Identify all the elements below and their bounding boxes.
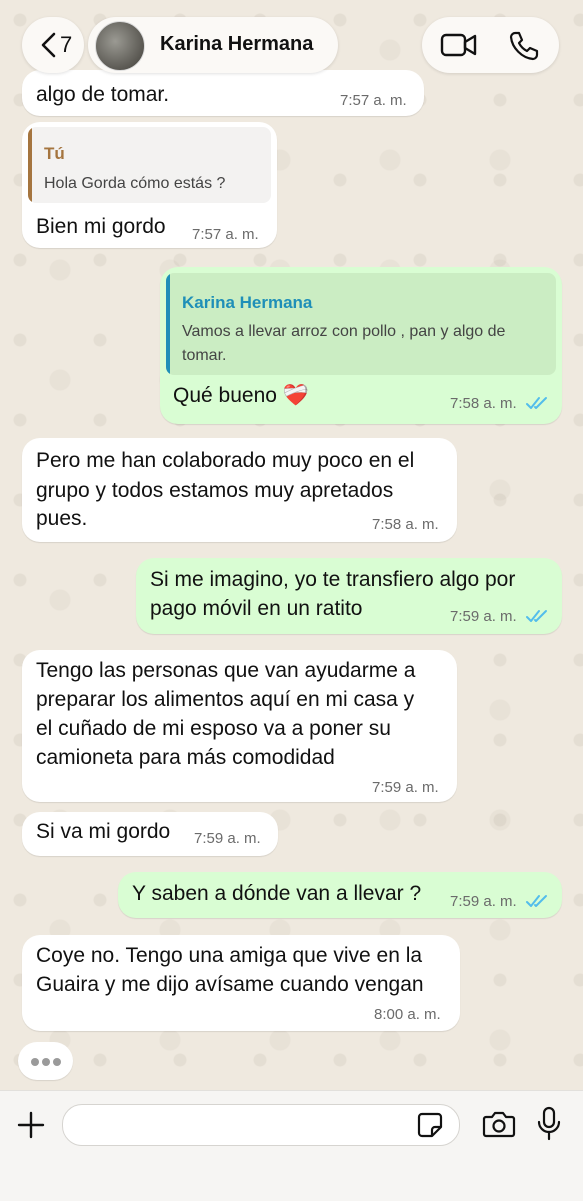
- message-text-line: pues.: [36, 507, 88, 530]
- quote-accent-bar: [166, 273, 170, 375]
- quote-text: Hola Gorda cómo estás ?: [44, 175, 226, 192]
- message-time: 8:00 a. m.: [374, 1006, 441, 1023]
- quote-text-line: Vamos a llevar arroz con pollo , pan y a…: [182, 323, 506, 340]
- quote-accent-bar: [28, 127, 32, 203]
- message-text-line: grupo y todos estamos muy apretados: [36, 479, 394, 502]
- message-text-line: Guaira y me dijo avísame cuando vengan: [36, 973, 424, 996]
- contact-name: Karina Hermana: [160, 33, 314, 55]
- message-text-line: Coye no. Tengo una amiga que vive en la: [36, 944, 423, 967]
- chevron-left-icon: [41, 32, 56, 58]
- sticker-icon[interactable]: [417, 1112, 443, 1138]
- avatar[interactable]: [95, 21, 145, 71]
- message-text-line: Tengo las personas que van ayudarme a: [36, 659, 416, 682]
- double-check-icon: [526, 895, 547, 907]
- message-incoming[interactable]: Tengo las personas que van ayudarme a pr…: [22, 650, 457, 802]
- plus-icon[interactable]: [16, 1110, 46, 1140]
- message-text: Qué bueno ❤️‍🩹: [173, 384, 309, 407]
- quote-author: Karina Hermana: [182, 293, 313, 312]
- message-incoming[interactable]: Pero me han colaborado muy poco en el gr…: [22, 438, 457, 542]
- video-call-icon[interactable]: [440, 31, 478, 59]
- message-text-line: el cuñado de mi esposo va a poner su: [36, 717, 391, 740]
- message-text-line: Si me imagino, yo te transfiero algo por: [150, 568, 516, 591]
- unread-chats-count: 7: [60, 32, 73, 57]
- message-text: Y saben a dónde van a llevar ?: [132, 882, 422, 905]
- message-incoming[interactable]: Coye no. Tengo una amiga que vive en la …: [22, 935, 460, 1031]
- message-time: 7:59 a. m.: [450, 893, 517, 910]
- message-text-line: pago móvil en un ratito: [150, 597, 363, 620]
- back-button[interactable]: 7: [22, 17, 84, 73]
- microphone-icon[interactable]: [536, 1106, 562, 1142]
- message-time: 7:57 a. m.: [340, 92, 407, 109]
- camera-icon[interactable]: [482, 1109, 516, 1139]
- message-outgoing[interactable]: Y saben a dónde van a llevar ? 7:59 a. m…: [118, 872, 562, 918]
- contact-info-button[interactable]: Karina Hermana: [88, 17, 338, 73]
- quote-author: Tú: [44, 144, 65, 163]
- quoted-message[interactable]: Tú Hola Gorda cómo estás ?: [28, 127, 271, 203]
- message-input[interactable]: [62, 1104, 460, 1146]
- message-time: 7:58 a. m.: [372, 516, 439, 533]
- double-check-icon: [526, 397, 547, 409]
- message-incoming-reply[interactable]: Tú Hola Gorda cómo estás ? Bien mi gordo…: [22, 122, 277, 248]
- message-text-line: camioneta para más comodidad: [36, 746, 335, 769]
- message-outgoing-reply[interactable]: Karina Hermana Vamos a llevar arroz con …: [160, 267, 562, 424]
- message-text: Bien mi gordo: [36, 215, 166, 238]
- quote-text-line: tomar.: [182, 347, 227, 364]
- message-time: 7:58 a. m.: [450, 395, 517, 412]
- message-time: 7:59 a. m.: [194, 830, 261, 847]
- message-time: 7:57 a. m.: [192, 226, 259, 243]
- chat-header: 7 Karina Hermana: [0, 0, 583, 88]
- call-actions: [422, 17, 559, 73]
- message-outgoing[interactable]: Si me imagino, yo te transfiero algo por…: [136, 558, 562, 634]
- message-time: 7:59 a. m.: [372, 779, 439, 796]
- quoted-message[interactable]: Karina Hermana Vamos a llevar arroz con …: [166, 273, 556, 375]
- phone-icon[interactable]: [508, 30, 540, 62]
- double-check-icon: [526, 610, 547, 622]
- message-text-line: preparar los alimentos aquí en mi casa y: [36, 688, 415, 711]
- message-incoming[interactable]: Si va mi gordo 7:59 a. m.: [22, 812, 278, 856]
- message-text: Si va mi gordo: [36, 820, 171, 843]
- message-time: 7:59 a. m.: [450, 608, 517, 625]
- message-text-line: Pero me han colaborado muy poco en el: [36, 449, 415, 472]
- typing-dots-icon: [18, 1042, 73, 1080]
